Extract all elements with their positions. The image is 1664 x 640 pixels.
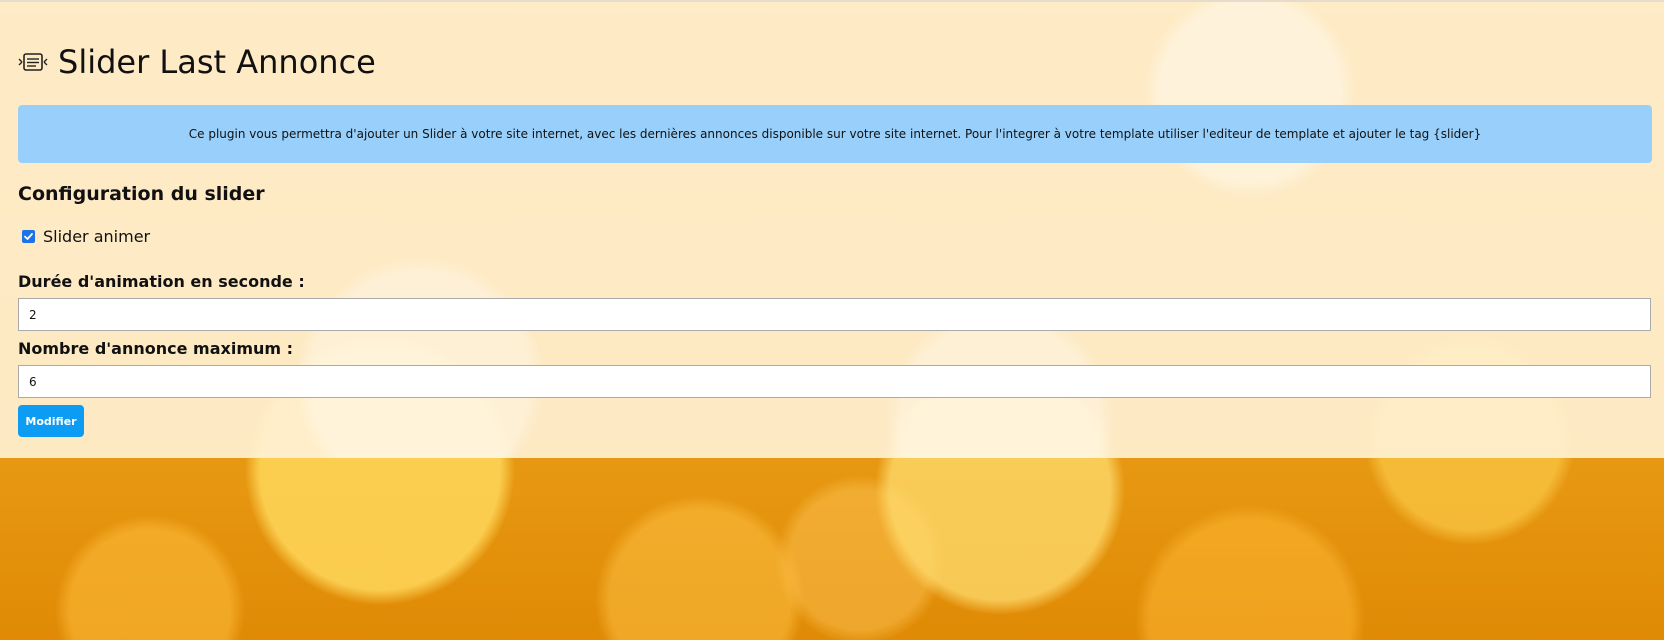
modifier-button[interactable]: Modifier (18, 405, 84, 437)
check-icon (24, 233, 33, 240)
info-message: Ce plugin vous permettra d'ajouter un Sl… (18, 105, 1652, 163)
section-title: Configuration du slider (18, 183, 265, 205)
animate-option[interactable]: Slider animer (22, 227, 150, 246)
duration-label: Durée d'animation en seconde : (18, 272, 305, 291)
duration-input[interactable] (18, 298, 1651, 331)
max-label: Nombre d'annonce maximum : (18, 339, 294, 358)
max-input[interactable] (18, 365, 1651, 398)
page-title: Slider Last Annonce (58, 43, 376, 81)
slider-icon (18, 53, 48, 71)
animate-label: Slider animer (43, 227, 151, 246)
title-row: Slider Last Annonce (18, 42, 376, 82)
content-panel: Slider Last Annonce Ce plugin vous perme… (0, 0, 1664, 458)
animate-checkbox[interactable] (22, 230, 35, 243)
